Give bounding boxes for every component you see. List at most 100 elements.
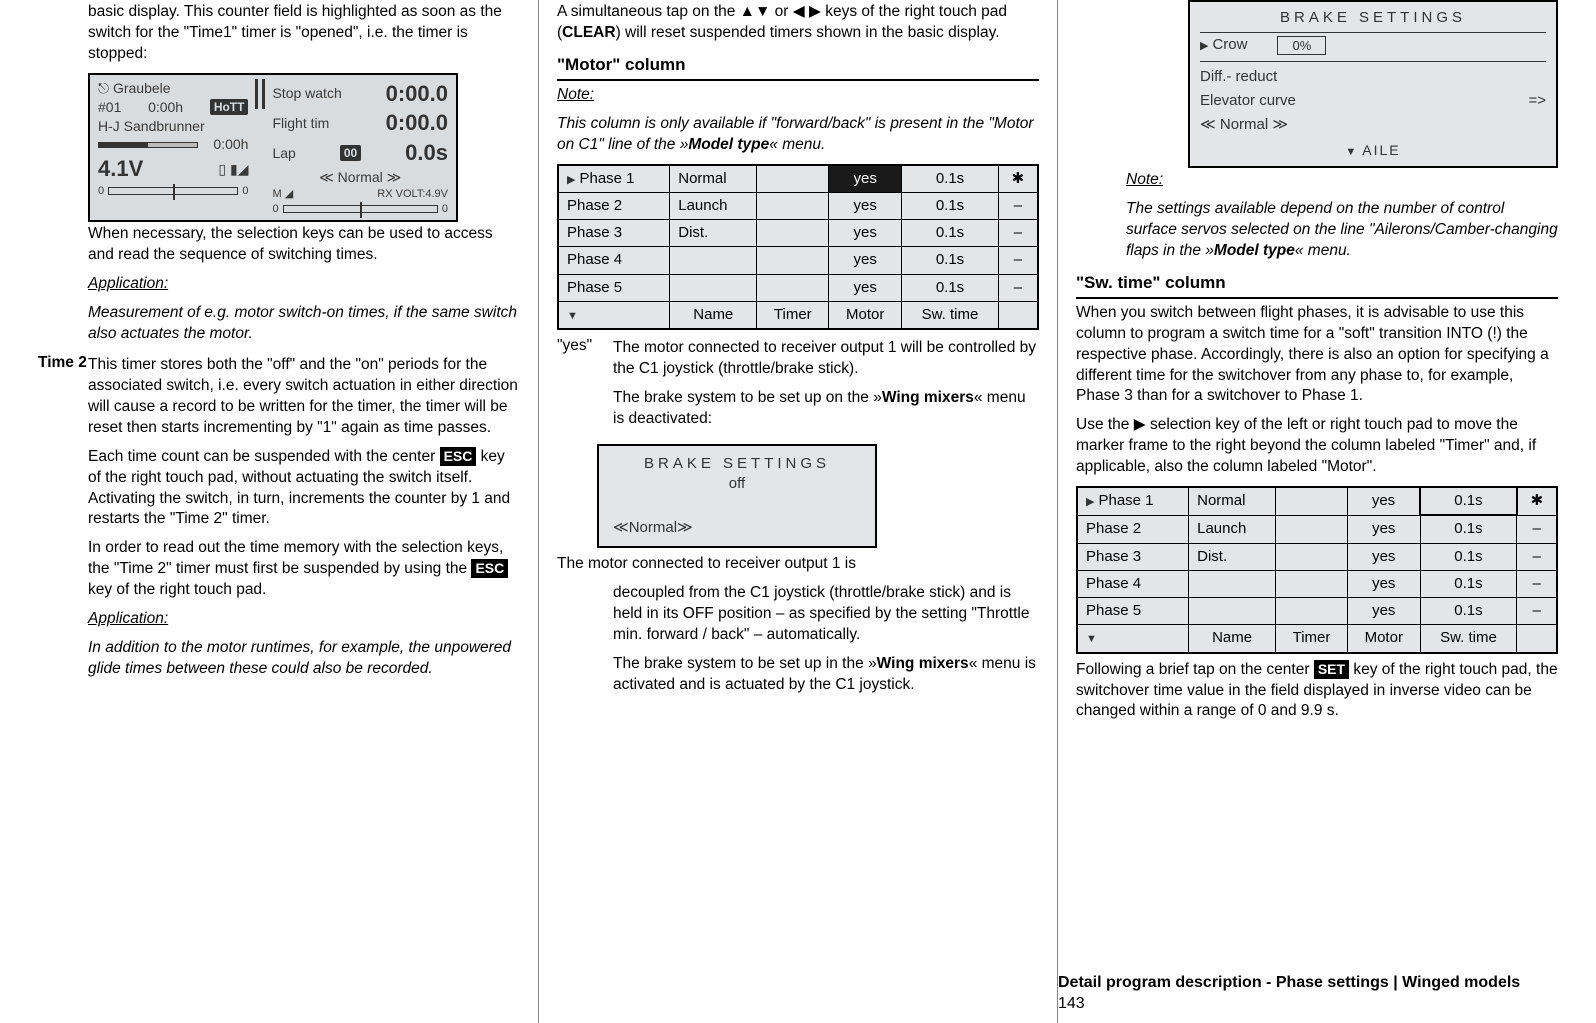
header-sw: Sw. time: [902, 301, 999, 329]
brake-title: BRAKE SETTINGS: [613, 454, 861, 474]
stopwatch-value: 0:00.0: [386, 79, 448, 109]
motor-column-heading: "Motor" column: [557, 54, 1039, 81]
phase-indicator: ≪ Normal ≫: [319, 168, 401, 187]
header-name: Name: [670, 301, 757, 329]
phase-cell: Phase 1: [1077, 487, 1189, 515]
timer-cell: [1276, 487, 1348, 515]
battery-bar: [98, 142, 198, 148]
motor-cell: yes: [829, 220, 902, 247]
note-body: This column is only available if "forwar…: [557, 114, 1039, 156]
application-body-2: In addition to the motor runtimes, for e…: [88, 638, 520, 680]
p5b: key of the right touch pad.: [88, 581, 266, 598]
diff-reduct-row: Diff.- reduct: [1200, 67, 1277, 87]
arrow-icon: =>: [1528, 91, 1546, 111]
col1-p1: basic display. This counter field is hig…: [38, 2, 520, 65]
t0b: 0:00h: [213, 135, 248, 154]
motor-cell: yes: [1347, 515, 1420, 543]
footer-title: Detail program description - Phase setti…: [1058, 974, 1520, 991]
phase-cell: Phase 5: [558, 274, 670, 301]
phase-cell: Phase 3: [1077, 543, 1189, 570]
name-cell: [670, 247, 757, 274]
phase-cell: Phase 4: [1077, 570, 1189, 597]
note-heading-3: Note:: [1126, 171, 1163, 188]
header-blank2: [1517, 625, 1557, 653]
col1-p4: Each time count can be suspended with th…: [88, 447, 520, 531]
name-cell: Dist.: [1189, 543, 1276, 570]
name-cell: Normal: [1189, 487, 1276, 515]
header-blank: [1077, 625, 1189, 653]
header-blank2: [998, 301, 1038, 329]
header-blank: [558, 301, 670, 329]
header-name: Name: [1189, 625, 1276, 653]
page-number: 143: [1058, 995, 1085, 1012]
gauge-left: [108, 187, 238, 195]
end-cell: –: [1517, 598, 1557, 625]
model-name: Graubele: [113, 80, 171, 96]
crow-row: Crow: [1200, 35, 1247, 55]
pilot-name: H-J Sandbrunner: [98, 117, 205, 136]
zero-r: 0: [242, 184, 248, 199]
zero-r2: 0: [442, 202, 448, 217]
end-cell: ✱: [998, 165, 1038, 193]
p1c: ) will reset suspended timers shown in t…: [616, 24, 1000, 41]
elevator-curve-row: Elevator curve: [1200, 91, 1296, 111]
lap-count: 00: [340, 145, 361, 161]
clear-label: CLEAR: [562, 24, 615, 41]
m-icon: M: [272, 188, 281, 200]
name-cell: Normal: [670, 165, 757, 193]
motor-cell: yes: [829, 192, 902, 219]
timer-cell: [1276, 515, 1348, 543]
timer-cell: [757, 247, 829, 274]
phase-cell: Phase 2: [558, 192, 670, 219]
brake-panel-title: BRAKE SETTINGS: [1200, 8, 1546, 33]
yes-body-1: The motor connected to receiver output 1…: [613, 338, 1039, 380]
note-heading: Note:: [557, 86, 594, 103]
motor-cell: yes: [1347, 598, 1420, 625]
phase-cell: Phase 3: [558, 220, 670, 247]
name-cell: [1189, 598, 1276, 625]
swtime-cell: 0.1s: [1420, 543, 1517, 570]
timer-cell: [1276, 598, 1348, 625]
header-sw: Sw. time: [1420, 625, 1517, 653]
timer-cell: [757, 220, 829, 247]
col1-p2: When necessary, the selection keys can b…: [38, 224, 520, 266]
esc-key-2: ESC: [471, 559, 508, 578]
name-cell: [670, 274, 757, 301]
col3-p2: Use the ▶ selection key of the left or r…: [1076, 415, 1558, 478]
gauge-right: [283, 205, 438, 213]
col2-last-b: decoupled from the C1 joystick (throttle…: [613, 583, 1039, 646]
p5a: In order to read out the time memory wit…: [88, 539, 503, 577]
set-key: SET: [1314, 660, 1349, 679]
vbar: [262, 79, 265, 109]
col2-last-c: The brake system to be set up in the »Wi…: [613, 654, 1039, 696]
motor-cell: yes: [829, 274, 902, 301]
col3-p1: When you switch between flight phases, i…: [1076, 303, 1558, 408]
esc-key: ESC: [440, 447, 477, 466]
lap-label: Lap: [272, 144, 295, 163]
sw-time-heading: "Sw. time" column: [1076, 272, 1558, 299]
brake-box-off: BRAKE SETTINGS off ≪Normal≫: [597, 444, 877, 549]
end-cell: –: [1517, 570, 1557, 597]
page-footer: Detail program description - Phase setti…: [1058, 972, 1556, 1015]
swtime-cell: 0.1s: [902, 192, 999, 219]
application-body-1: Measurement of e.g. motor switch-on time…: [38, 303, 520, 345]
header-timer: Timer: [1276, 625, 1348, 653]
zero-l2: 0: [272, 202, 278, 217]
signal-icon: ▯ ▮◢: [218, 160, 248, 179]
motor-cell: yes: [829, 247, 902, 274]
header-motor: Motor: [829, 301, 902, 329]
lap-value: 0.0s: [405, 138, 448, 168]
zero-l: 0: [98, 184, 104, 199]
t0a: 0:00h: [148, 98, 183, 117]
timer-cell: [1276, 570, 1348, 597]
flight-value: 0:00.0: [386, 108, 448, 138]
phase-table-2: Phase 1Normalyes0.1s✱Phase 2Launchyes0.1…: [1076, 486, 1558, 654]
end-cell: –: [998, 220, 1038, 247]
swtime-cell: 0.1s: [1420, 487, 1517, 515]
aile-label: AILE: [1362, 142, 1400, 158]
rx-volt: RX VOLT:4.9V: [377, 187, 448, 202]
timer-cell: [1276, 543, 1348, 570]
model-num: #01: [98, 98, 121, 117]
swtime-cell: 0.1s: [902, 220, 999, 247]
name-cell: [1189, 570, 1276, 597]
